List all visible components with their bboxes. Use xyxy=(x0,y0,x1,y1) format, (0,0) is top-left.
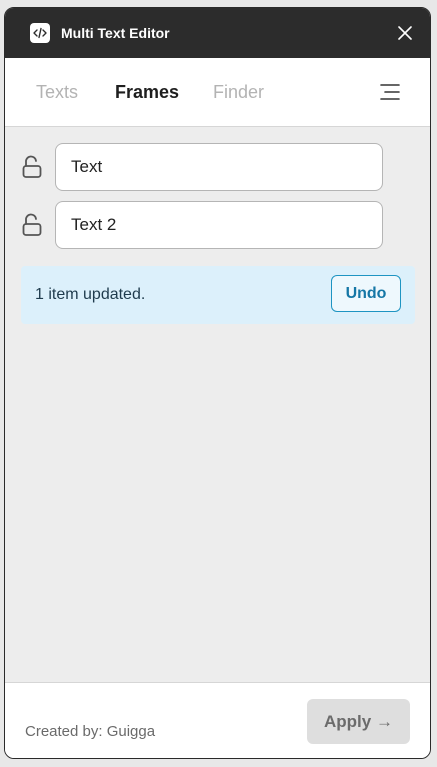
window-title: Multi Text Editor xyxy=(61,25,170,41)
unlock-icon xyxy=(22,155,42,178)
menu-button[interactable] xyxy=(380,82,402,102)
apply-button[interactable]: Apply → xyxy=(307,699,410,744)
code-icon xyxy=(30,23,50,43)
unlock-icon xyxy=(22,213,42,236)
lock-toggle[interactable] xyxy=(21,213,43,237)
tab-finder[interactable]: Finder xyxy=(213,82,264,103)
list-item xyxy=(5,201,430,249)
credit-text: Created by: Guigga xyxy=(25,723,156,740)
close-button[interactable] xyxy=(394,22,416,44)
notice-message: 1 item updated. xyxy=(35,286,146,303)
tab-frames[interactable]: Frames xyxy=(115,82,179,103)
update-notice: 1 item updated. Undo xyxy=(21,266,415,324)
list-item xyxy=(5,143,430,191)
menu-icon xyxy=(380,84,400,100)
tab-texts[interactable]: Texts xyxy=(36,82,78,103)
frame-text-input[interactable] xyxy=(55,143,383,191)
undo-button[interactable]: Undo xyxy=(331,275,401,312)
lock-toggle[interactable] xyxy=(21,155,43,179)
footer: Created by: Guigga Apply → xyxy=(5,682,430,758)
close-icon xyxy=(398,26,412,40)
plugin-window: Multi Text Editor Texts Frames Finder Te… xyxy=(4,7,431,759)
tab-bar: Texts Frames Finder xyxy=(5,58,430,127)
frame-text-input[interactable] xyxy=(55,201,383,249)
title-bar: Multi Text Editor xyxy=(5,8,430,58)
